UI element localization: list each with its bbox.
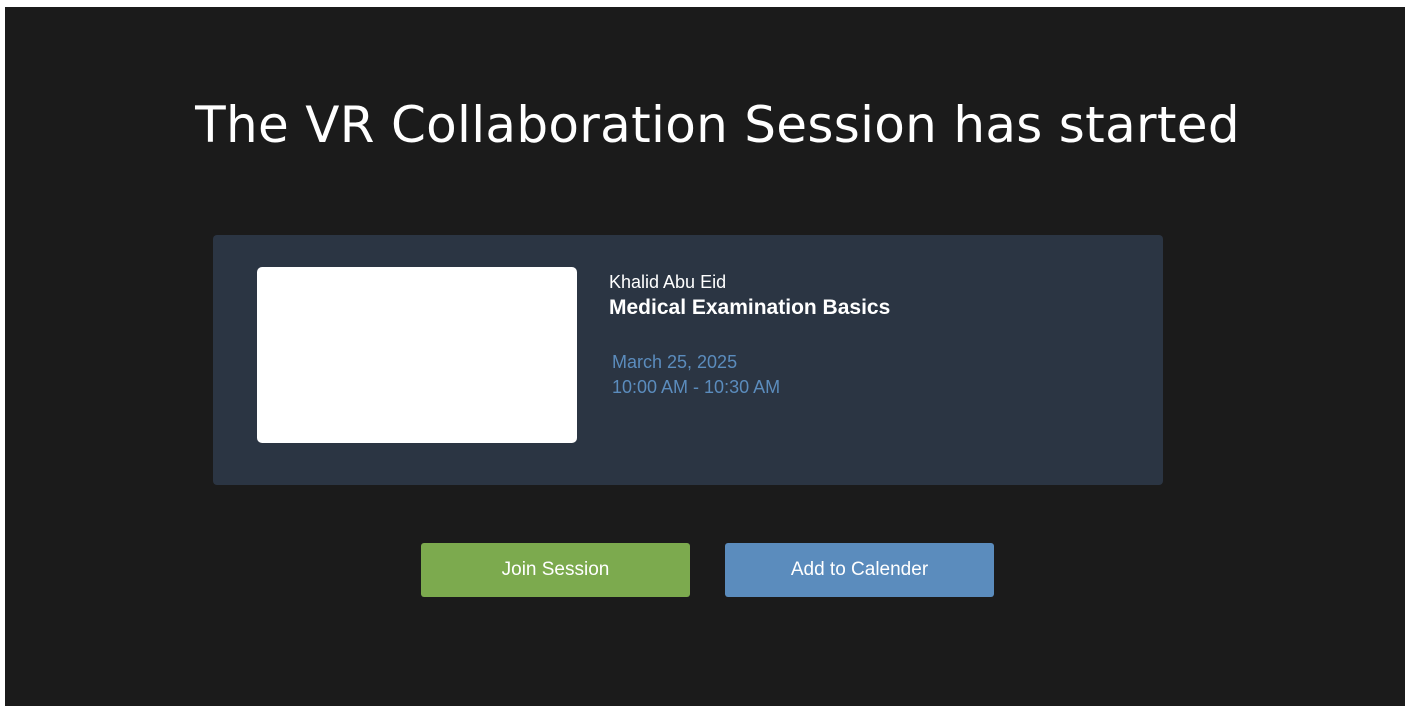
session-host: Khalid Abu Eid xyxy=(609,272,727,292)
session-screen: The VR Collaboration Session has started… xyxy=(5,7,1405,706)
session-card: Khalid Abu Eid Medical Examination Basic… xyxy=(213,235,1163,485)
session-thumbnail xyxy=(257,267,577,443)
session-date: March 25, 2025 xyxy=(612,352,738,372)
join-session-button[interactable]: Join Session xyxy=(421,543,690,597)
page-title: The VR Collaboration Session has started xyxy=(195,96,1240,154)
add-to-calendar-button[interactable]: Add to Calender xyxy=(725,543,994,597)
session-course-title: Medical Examination Basics xyxy=(609,296,891,319)
session-time: 10:00 AM - 10:30 AM xyxy=(612,377,781,397)
